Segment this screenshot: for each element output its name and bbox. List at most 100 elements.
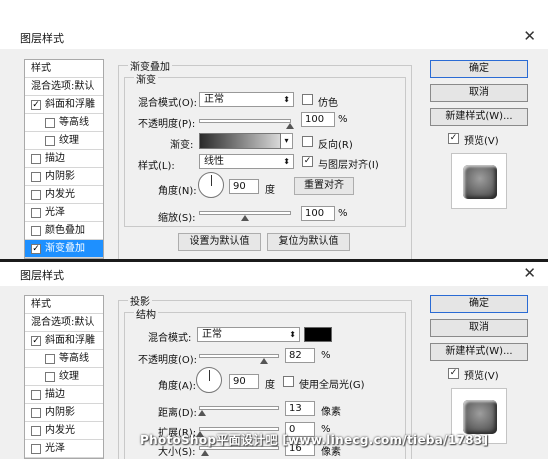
close-icon[interactable]: ✕ [523, 27, 536, 45]
ok-button[interactable]: 确定 [430, 295, 528, 313]
style-list-item[interactable]: 等高线 [25, 350, 103, 368]
opacity-label: 不透明度(P): [138, 119, 196, 130]
style-checkbox[interactable] [45, 354, 55, 364]
style-list-item[interactable]: 内发光 [25, 422, 103, 440]
opacity-slider-thumb[interactable] [286, 123, 294, 129]
style-checkbox[interactable] [31, 390, 41, 400]
style-value: 线性 [204, 156, 224, 167]
cancel-button[interactable]: 取消 [430, 84, 528, 102]
preview-checkbox[interactable]: ✓ [448, 133, 459, 144]
angle-dial[interactable] [198, 172, 224, 198]
opacity-slider[interactable] [199, 119, 294, 129]
style-list-item[interactable]: 内发光 [25, 186, 103, 204]
style-checkbox[interactable] [31, 408, 41, 418]
blend-mode-select[interactable]: 正常 ⬍ [199, 92, 294, 107]
opacity-slider[interactable] [199, 354, 279, 364]
select-arrow-icon: ⬍ [283, 157, 290, 166]
shadow-color-swatch[interactable] [304, 327, 332, 342]
preview-tile [463, 400, 497, 434]
style-checkbox[interactable] [31, 154, 41, 164]
style-list-item[interactable]: 混合选项:默认 [25, 78, 103, 96]
style-list-label: 等高线 [59, 117, 89, 128]
dither-checkbox[interactable] [302, 94, 313, 105]
style-checkbox[interactable] [45, 136, 55, 146]
use-global-light-checkbox[interactable] [283, 376, 294, 387]
distance-label: 距离(D): [158, 408, 197, 419]
style-list-item[interactable]: 内阴影 [25, 168, 103, 186]
style-checkbox[interactable]: ✓ [31, 100, 41, 110]
style-list-item[interactable]: 光泽 [25, 204, 103, 222]
style-checkbox[interactable] [31, 226, 41, 236]
gradient-picker[interactable] [199, 133, 281, 149]
layer-style-dialog-gradient-overlay: 图层样式 ✕ 样式 混合选项:默认 ✓ 斜面和浮雕 等高线 纹理 描边 内阴影 内发光 光泽 颜色叠… [0, 25, 548, 260]
use-global-light-label: 使用全局光(G) [299, 380, 365, 391]
style-list-item[interactable]: 描边 [25, 150, 103, 168]
style-list-item[interactable]: 颜色叠加 [25, 222, 103, 240]
preview-checkbox[interactable]: ✓ [448, 368, 459, 379]
style-checkbox[interactable]: ✓ [31, 336, 41, 346]
align-with-layer-checkbox[interactable]: ✓ [302, 156, 313, 167]
size-slider-thumb[interactable] [200, 450, 209, 456]
distance-slider-thumb[interactable] [198, 410, 207, 416]
angle-dial[interactable] [196, 367, 222, 393]
style-list-item[interactable]: 样式 [25, 60, 103, 78]
style-checkbox[interactable] [31, 208, 41, 218]
make-default-button[interactable]: 设置为默认值 [178, 233, 261, 251]
ok-button[interactable]: 确定 [430, 60, 528, 78]
style-list-item[interactable]: 光泽 [25, 440, 103, 458]
opacity-input[interactable]: 82 [285, 348, 315, 363]
cancel-button[interactable]: 取消 [430, 319, 528, 337]
style-checkbox[interactable] [45, 372, 55, 382]
style-list-label: 混合选项:默认 [31, 317, 95, 328]
distance-slider[interactable] [198, 406, 279, 416]
style-list-item[interactable]: 纹理 [25, 368, 103, 386]
reset-to-default-button[interactable]: 复位为默认值 [267, 233, 350, 251]
style-list-item[interactable]: ✓ 斜面和浮雕 [25, 332, 103, 350]
style-checkbox[interactable] [45, 118, 55, 128]
style-list-item[interactable]: ✓ 斜面和浮雕 [25, 96, 103, 114]
styles-list: 样式混合选项:默认 ✓ 斜面和浮雕等高线纹理 描边内阴影内发光光泽 [24, 295, 104, 459]
style-list-label: 等高线 [59, 353, 89, 364]
style-list-item[interactable]: 等高线 [25, 114, 103, 132]
gradient-dropdown-icon[interactable]: ▾ [281, 133, 293, 149]
blend-mode-select[interactable]: 正常 ⬍ [197, 327, 300, 342]
angle-input[interactable]: 90 [229, 374, 259, 389]
style-list-item[interactable]: 混合选项:默认 [25, 314, 103, 332]
style-checkbox[interactable] [31, 426, 41, 436]
styles-list: 样式 混合选项:默认 ✓ 斜面和浮雕等高线纹理 描边 内阴影 内发光 光泽 颜色叠加 ✓ 渐变叠加 [24, 59, 104, 259]
close-icon[interactable]: ✕ [523, 264, 536, 282]
style-checkbox[interactable]: ✓ [31, 244, 41, 254]
angle-input[interactable]: 90 [229, 179, 259, 194]
style-list-item[interactable]: 内阴影 [25, 404, 103, 422]
style-checkbox[interactable] [31, 444, 41, 454]
blend-mode-value: 正常 [204, 94, 224, 105]
style-list-label: 内发光 [45, 425, 75, 436]
distance-input[interactable]: 13 [285, 401, 315, 416]
style-list-item[interactable]: ✓ 渐变叠加 [25, 240, 103, 258]
scale-label: 缩放(S): [158, 213, 196, 224]
group-title: 结构 [134, 306, 158, 321]
opacity-input[interactable]: 100 [301, 112, 335, 127]
pixel-unit: 像素 [321, 407, 341, 418]
style-list-item[interactable]: 样式 [25, 296, 103, 314]
scale-slider-thumb[interactable] [241, 215, 249, 221]
new-style-button[interactable]: 新建样式(W)... [430, 108, 528, 126]
scale-input[interactable]: 100 [301, 206, 335, 221]
style-list-item[interactable]: 纹理 [25, 132, 103, 150]
style-list-label: 内阴影 [45, 407, 75, 418]
style-select[interactable]: 线性 ⬍ [199, 154, 294, 169]
align-with-layer-label: 与图层对齐(I) [318, 160, 379, 171]
new-style-button[interactable]: 新建样式(W)... [430, 343, 528, 361]
reset-align-button[interactable]: 重置对齐 [294, 177, 354, 195]
degree-unit: 度 [265, 380, 275, 391]
percent-unit: % [338, 114, 348, 125]
style-checkbox[interactable] [31, 172, 41, 182]
scale-slider[interactable] [199, 211, 291, 221]
style-list-item[interactable]: 描边 [25, 386, 103, 404]
percent-unit: % [321, 350, 331, 361]
reverse-checkbox[interactable] [302, 136, 313, 147]
style-checkbox[interactable] [31, 190, 41, 200]
preview-label: 预览(V) [464, 136, 499, 147]
blend-mode-value: 正常 [202, 329, 222, 340]
opacity-slider-thumb[interactable] [259, 358, 268, 364]
